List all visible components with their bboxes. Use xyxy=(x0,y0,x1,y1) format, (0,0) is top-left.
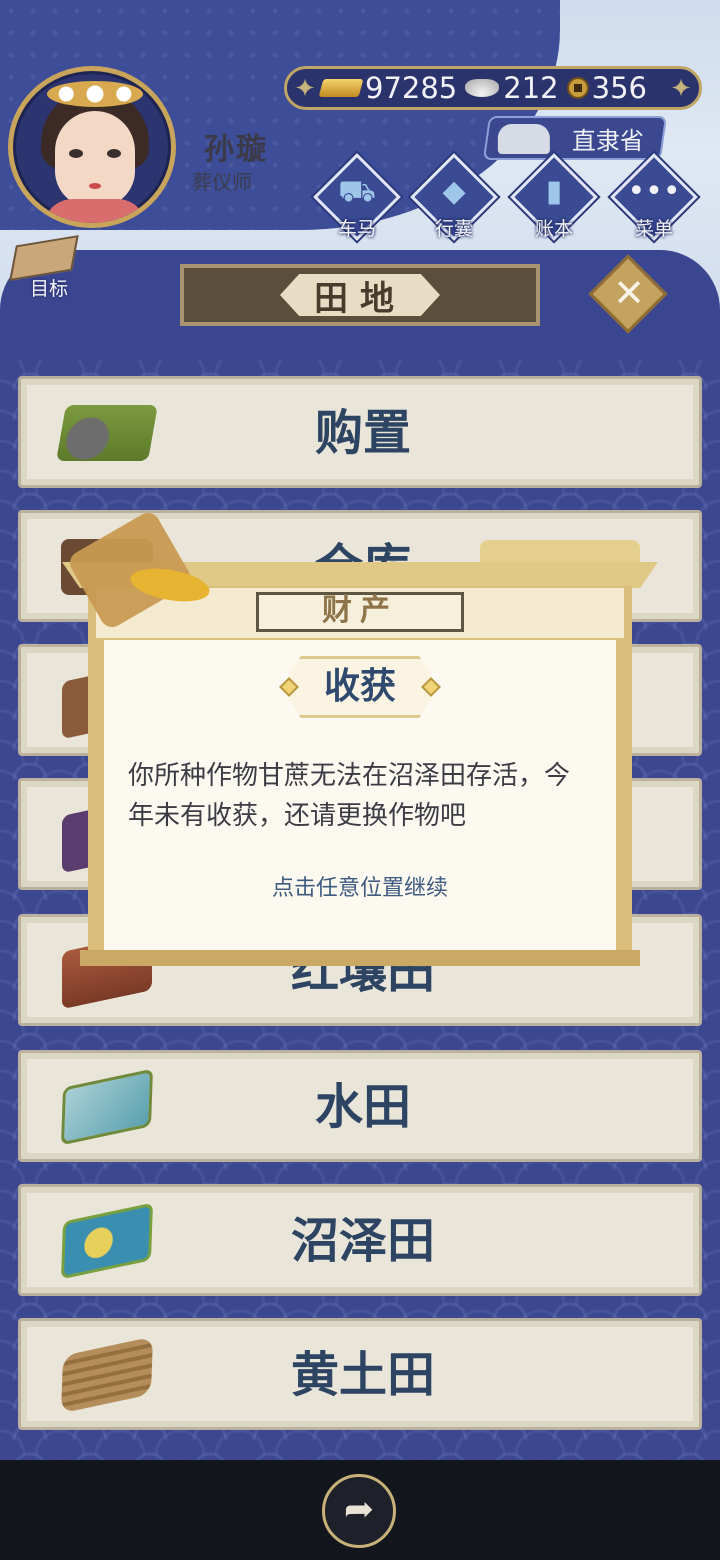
list-item-buy[interactable]: 购置 xyxy=(18,376,702,488)
panel-title-text: 田地 xyxy=(314,278,406,319)
share-icon[interactable]: ➦ xyxy=(322,1474,396,1548)
tap-to-continue-hint[interactable]: 点击任意位置继续 xyxy=(104,870,616,902)
iron-icon xyxy=(497,124,550,154)
nav-carriage-button[interactable]: ⛟ 车马 xyxy=(313,153,401,242)
avatar-headdress xyxy=(47,81,143,107)
nav-label: 行囊 xyxy=(434,218,473,240)
avatar-lips xyxy=(89,183,101,189)
game-scene: 孙璇 葬仪师 ✦ 97285 212 356 ✦ 直隶省 ⛟ 车马 ◆ 行囊 ▮… xyxy=(0,0,720,1560)
gold-amount: 97285 xyxy=(365,71,458,105)
avatar-eye xyxy=(69,149,83,158)
nav-label: 账本 xyxy=(534,218,573,240)
goal-label[interactable]: 目标 xyxy=(30,274,68,301)
list-item-label: 购置 xyxy=(314,405,411,461)
modal-base xyxy=(80,950,640,966)
player-name: 孙璇 xyxy=(204,132,268,167)
bamboo-icon: ✦ xyxy=(294,74,316,104)
silver-ingot-icon xyxy=(465,79,500,97)
player-title: 葬仪师 xyxy=(192,170,252,194)
bamboo-icon: ✦ xyxy=(670,74,692,104)
avatar-eye xyxy=(107,149,121,158)
list-item-label: 沼泽田 xyxy=(290,1213,435,1269)
list-item-loess-field[interactable]: 黄土田 xyxy=(18,1318,702,1430)
player-avatar[interactable] xyxy=(8,66,176,228)
harvest-message: 你所种作物甘蔗无法在沼泽田存活，今年未有收获，还请更换作物吧 xyxy=(128,761,571,831)
list-item-label: 黄土田 xyxy=(290,1347,435,1403)
gold-currency: 97285 xyxy=(318,71,458,105)
menu-dots-icon: ••• xyxy=(627,174,681,209)
silver-amount: 212 xyxy=(503,71,559,105)
bag-icon: ◆ xyxy=(442,174,466,209)
nav-bag-button[interactable]: ◆ 行囊 xyxy=(410,153,498,242)
currency-bar: ✦ 97285 212 356 ✦ xyxy=(284,66,702,110)
nav-ledger-button[interactable]: ▮ 账本 xyxy=(510,153,598,242)
modal-roof-ornament xyxy=(480,540,640,564)
province-button[interactable]: 直隶省 xyxy=(482,116,668,160)
province-label: 直隶省 xyxy=(572,126,644,155)
nav-label: 菜单 xyxy=(634,218,673,240)
close-icon[interactable]: ✕ xyxy=(604,268,654,318)
list-item-swamp-field[interactable]: 沼泽田 xyxy=(18,1184,702,1296)
copper-coin-icon xyxy=(566,77,589,99)
nav-menu-button[interactable]: ••• 菜单 xyxy=(610,153,698,242)
ledger-icon: ▮ xyxy=(545,174,563,209)
list-item-paddy-field[interactable]: 水田 xyxy=(18,1050,702,1162)
carriage-icon: ⛟ xyxy=(338,174,376,209)
silver-currency: 212 xyxy=(465,71,559,105)
list-item-label: 水田 xyxy=(314,1079,411,1135)
nav-label: 车马 xyxy=(337,218,376,240)
panel-title: 田地 xyxy=(180,264,540,326)
gold-ingot-icon xyxy=(318,79,364,97)
modal-header-title: 财产 xyxy=(322,593,398,628)
harvest-title: 收获 xyxy=(323,666,396,707)
coin-currency: 356 xyxy=(566,71,647,105)
coin-amount: 356 xyxy=(591,71,647,105)
avatar-face xyxy=(55,111,135,207)
